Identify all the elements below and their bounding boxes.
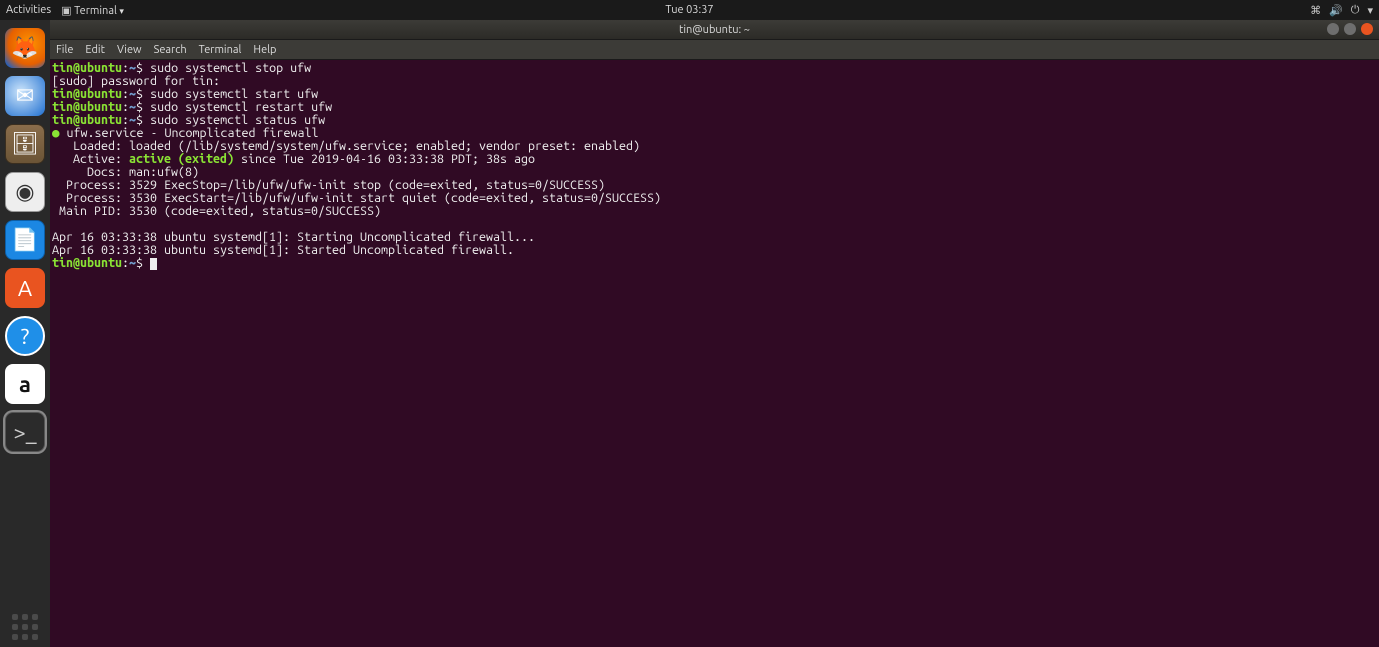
cmd-line: sudo systemctl status ufw — [150, 113, 325, 127]
volume-icon[interactable]: 🔊 — [1329, 4, 1343, 17]
gnome-topbar: Activities ▣ Terminal Tue 03:37 ⌘ 🔊 ⏻ ▾ — [0, 0, 1379, 20]
window-title: tin@ubuntu: ~ — [679, 24, 750, 36]
power-icon[interactable]: ⏻ — [1351, 4, 1360, 17]
dock-writer[interactable]: 📄 — [5, 220, 45, 260]
dock-amazon[interactable]: a — [5, 364, 45, 404]
dock-firefox[interactable]: 🦊 — [5, 28, 45, 68]
system-menu-chevron-icon[interactable]: ▾ — [1367, 4, 1373, 17]
app-menu-label: Terminal — [74, 5, 117, 17]
window-titlebar[interactable]: tin@ubuntu: ~ — [50, 20, 1379, 40]
dock-thunderbird[interactable]: ✉ — [5, 76, 45, 116]
terminal-window: tin@ubuntu: ~ File Edit View Search Term… — [50, 20, 1379, 647]
cmd-line: sudo systemctl start ufw — [150, 87, 318, 101]
output-line: Apr 16 03:33:38 ubuntu systemd[1]: Start… — [52, 243, 514, 257]
terminal-viewport[interactable]: tin@ubuntu:~$ sudo systemctl stop ufw [s… — [50, 60, 1379, 647]
output-line: Loaded: loaded (/lib/systemd/system/ufw.… — [52, 139, 640, 153]
menu-view[interactable]: View — [117, 44, 142, 56]
menu-file[interactable]: File — [56, 44, 73, 56]
menu-terminal[interactable]: Terminal — [199, 44, 242, 56]
network-icon[interactable]: ⌘ — [1310, 4, 1321, 17]
menu-edit[interactable]: Edit — [85, 44, 105, 56]
output-line: Active: — [52, 152, 129, 166]
active-status: active (exited) — [129, 152, 234, 166]
output-line: Apr 16 03:33:38 ubuntu systemd[1]: Start… — [52, 230, 535, 244]
status-bullet-icon: ● — [52, 126, 60, 140]
app-menu[interactable]: ▣ Terminal — [61, 4, 124, 17]
dock-help[interactable]: ? — [5, 316, 45, 356]
prompt-user: tin@ubuntu — [52, 61, 122, 75]
menu-help[interactable]: Help — [253, 44, 276, 56]
output-line: Process: 3529 ExecStop=/lib/ufw/ufw-init… — [52, 178, 605, 192]
sudo-prompt: [sudo] password for tin: — [52, 74, 227, 88]
terminal-cursor — [150, 258, 157, 270]
cmd-line: sudo systemctl restart ufw — [150, 100, 332, 114]
window-maximize-button[interactable] — [1344, 23, 1356, 35]
menubar: File Edit View Search Terminal Help — [50, 40, 1379, 60]
output-line: since Tue 2019-04-16 03:33:38 PDT; 38s a… — [234, 152, 535, 166]
dock-rhythmbox[interactable]: ◉ — [5, 172, 45, 212]
output-line: Docs: man:ufw(8) — [52, 165, 199, 179]
clock[interactable]: Tue 03:37 — [665, 4, 713, 16]
show-applications-button[interactable] — [5, 607, 45, 647]
prompt-path: ~ — [129, 61, 136, 75]
output-line: Main PID: 3530 (code=exited, status=0/SU… — [52, 204, 381, 218]
dock-software[interactable]: A — [5, 268, 45, 308]
launcher-dock: 🦊 ✉ 🗄 ◉ 📄 A ? a >_ — [0, 20, 50, 647]
dock-terminal[interactable]: >_ — [5, 412, 45, 452]
cmd-line: sudo systemctl stop ufw — [150, 61, 311, 75]
dock-files[interactable]: 🗄 — [5, 124, 45, 164]
terminal-icon: ▣ — [61, 5, 71, 17]
window-minimize-button[interactable] — [1327, 23, 1339, 35]
menu-search[interactable]: Search — [154, 44, 187, 56]
output-line: Process: 3530 ExecStart=/lib/ufw/ufw-ini… — [52, 191, 661, 205]
window-close-button[interactable] — [1361, 23, 1373, 35]
activities-button[interactable]: Activities — [6, 4, 51, 16]
output-line: ufw.service - Uncomplicated firewall — [60, 126, 319, 140]
